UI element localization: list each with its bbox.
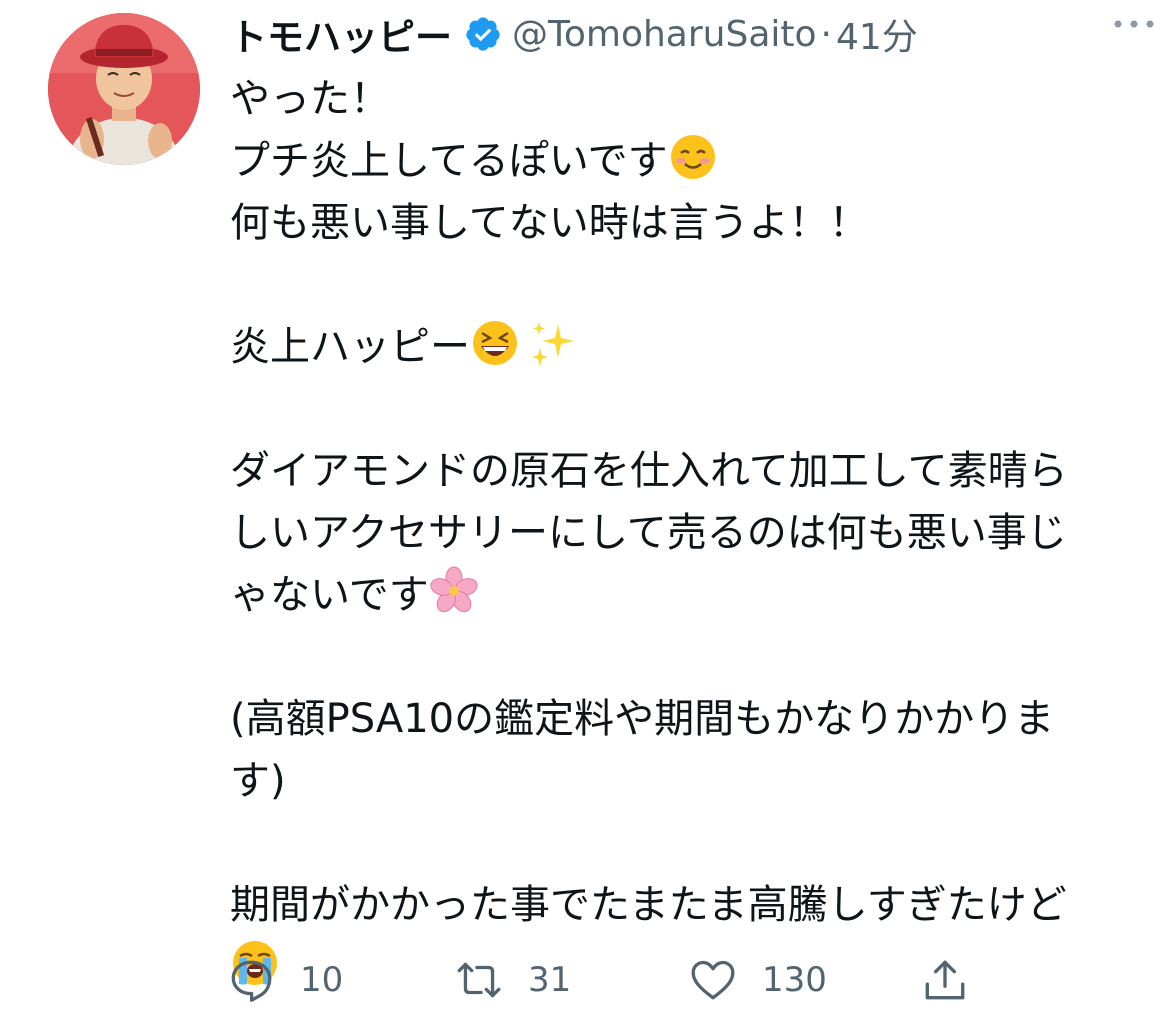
reply-count: 10 [300,960,344,1000]
author-handle[interactable]: @TomoharuSaito [512,14,817,55]
more-options-icon[interactable] [1112,12,1156,36]
retweet-count: 31 [528,960,572,1000]
verified-badge-icon [466,17,500,51]
text-line: 炎上ハッピー [230,324,470,370]
text-line-with-emoji: プチ炎上してるぽいです [230,130,1130,192]
text-line: ゃないです [230,572,429,618]
profile-photo [48,13,200,165]
text-line: プチ炎上してるぽいです [230,138,668,184]
author-display-name[interactable]: トモハッピー [230,7,452,61]
text-line-with-emoji: ゃないです [230,564,1130,626]
share-icon [925,960,965,1000]
text-line: (高額PSA10の鑑定料や期間もかなりかかりま [230,696,1055,742]
separator-dot: · [820,13,832,55]
reply-icon [231,960,272,1002]
cherry-blossom-icon [429,566,479,616]
text-line-with-emoji: 炎上ハッピー [230,316,1130,378]
text-line: やった！ [230,76,390,122]
retweet-icon [457,962,501,998]
sparkles-icon [528,318,578,368]
text-line: 何も悪い事してない時は言うよ！！ [230,200,869,246]
tweet-actions: 10 31 130 [226,955,986,1005]
like-button[interactable]: 130 [688,955,827,1005]
text-line: す) [230,758,286,804]
smiling-face-icon [668,132,718,182]
like-heart-icon [691,960,735,1000]
tweet-header: トモハッピー @TomoharuSaito · 41分 [230,8,1140,60]
tweet-text: やった！ プチ炎上してるぽいです 何も悪い事してない時は言うよ！！ 炎上ハッピー… [230,68,1130,998]
avatar[interactable] [48,13,200,165]
text-line: ダイアモンドの原石を仕入れて加工して素晴ら [230,448,1068,494]
retweet-button[interactable]: 31 [454,955,571,1005]
grinning-squinting-face-icon [470,318,520,368]
reply-button[interactable]: 10 [226,955,343,1005]
like-count: 130 [762,960,827,1000]
timestamp[interactable]: 41分 [836,8,918,60]
text-line: しいアクセサリーにして売るのは何も悪い事じ [230,510,1067,556]
text-line: 期間がかかった事でたまたま高騰しすぎたけど [230,882,1067,928]
share-button[interactable] [920,955,970,1005]
